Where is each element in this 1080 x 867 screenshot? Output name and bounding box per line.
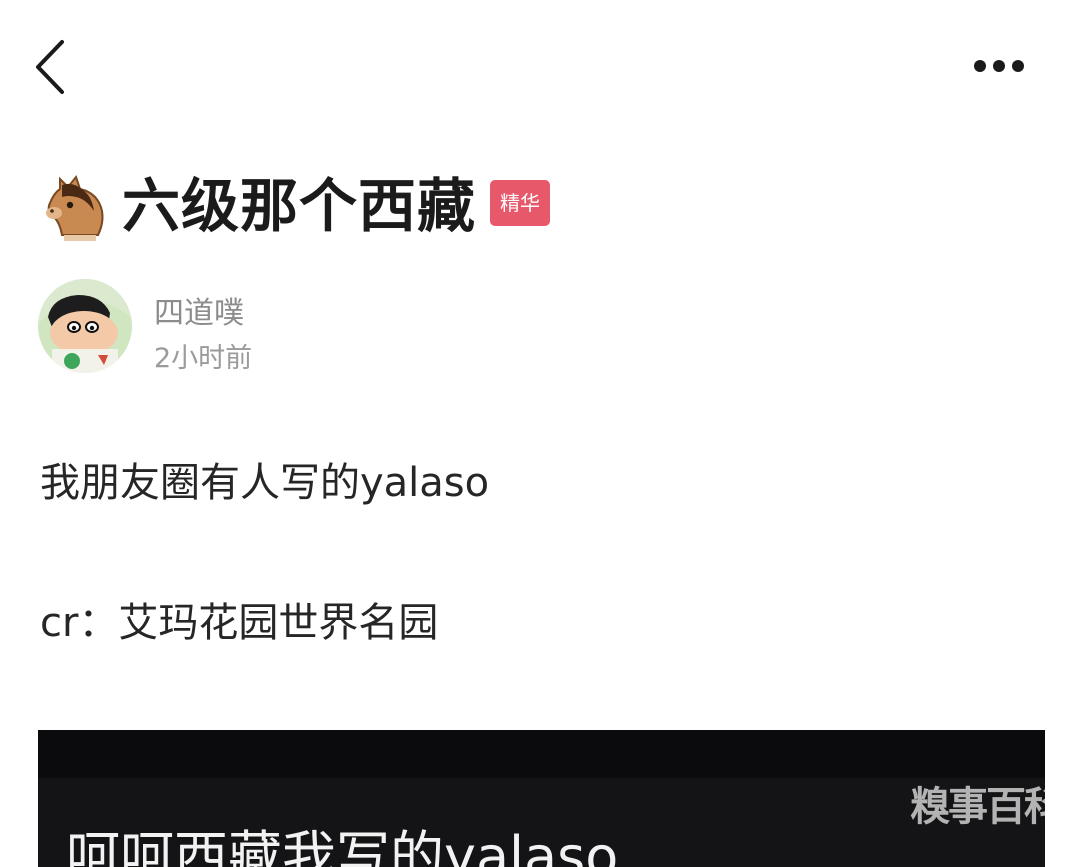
post-body-line: cr：艾玛花园世界名园	[40, 600, 439, 646]
watermark: 糗事百科	[910, 784, 1045, 830]
featured-badge: 精华	[490, 180, 551, 226]
author-name[interactable]: 四道噗	[154, 288, 244, 332]
author-avatar[interactable]	[38, 279, 132, 373]
horse-face-icon	[46, 174, 104, 241]
chevron-left-icon	[36, 40, 64, 94]
cartoon-boy-avatar-icon	[38, 279, 132, 373]
post-timestamp: 2小时前	[154, 343, 253, 374]
back-button[interactable]	[30, 36, 74, 98]
embedded-image-caption: 呵呵西藏我写的yalaso	[66, 825, 619, 867]
post-body-line: 我朋友圈有人写的yalaso	[40, 460, 490, 506]
more-options-button[interactable]	[966, 50, 1032, 82]
embedded-image[interactable]: 呵呵西藏我写的yalaso 糗事百科	[38, 730, 1045, 867]
more-horizontal-icon	[974, 60, 986, 72]
post-title-row: 六级那个西藏 精华	[40, 166, 551, 246]
post-title: 六级那个西藏	[122, 172, 477, 240]
top-nav-bar	[0, 0, 1080, 130]
